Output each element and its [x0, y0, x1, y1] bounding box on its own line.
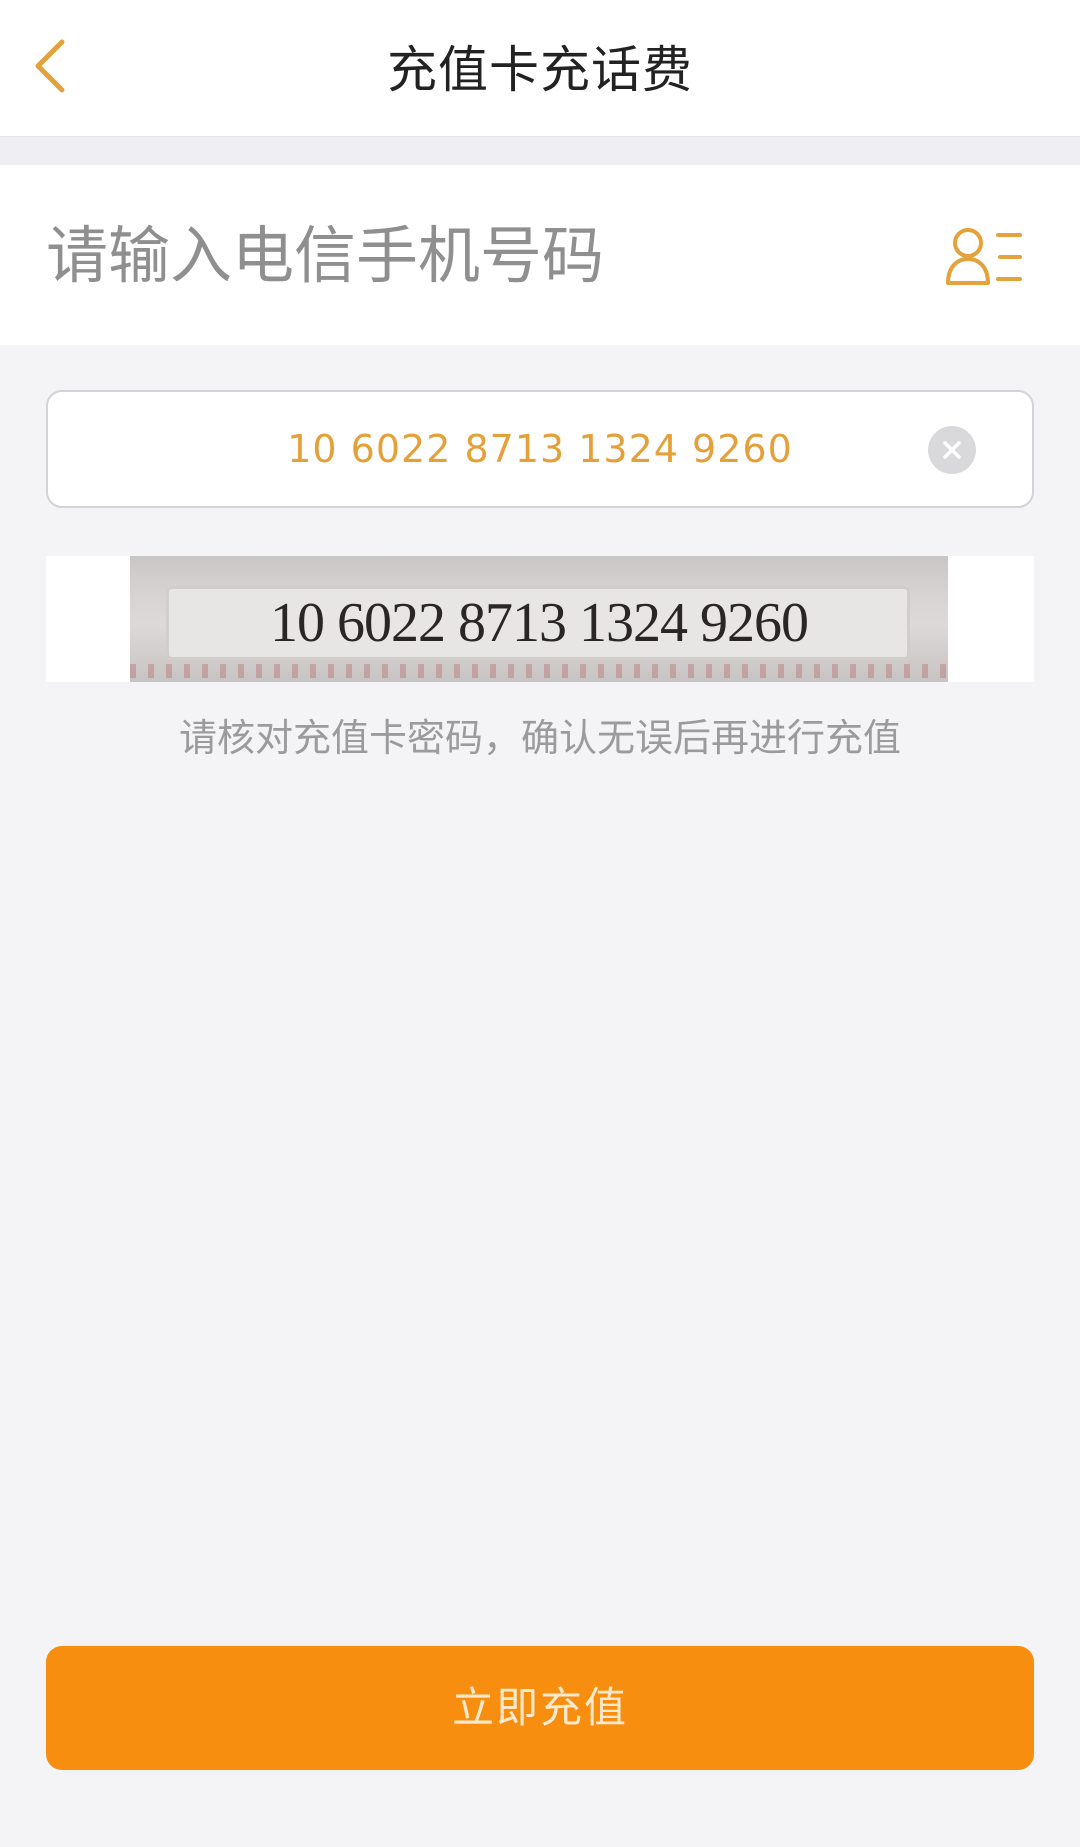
scanned-card-number: 10 6022 8713 1324 9260 — [270, 592, 809, 654]
scan-preview: 10 6022 8713 1324 9260 — [46, 556, 1034, 682]
contacts-icon — [946, 228, 1022, 285]
card-password-value[interactable]: 10 6022 8713 1324 9260 — [48, 392, 1032, 506]
card-password-field[interactable]: 10 6022 8713 1324 9260 — [46, 390, 1034, 508]
header-bar: 充值卡充话费 — [0, 0, 1080, 137]
clear-icon — [943, 441, 961, 459]
scanned-card-image: 10 6022 8713 1324 9260 — [130, 556, 948, 682]
verify-hint: 请核对充值卡密码，确认无误后再进行充值 — [178, 716, 901, 760]
section-divider — [0, 137, 1080, 165]
page-title: 充值卡充话费 — [387, 41, 693, 99]
phone-number-row — [0, 165, 1080, 345]
scan-texture — [130, 664, 948, 678]
recharge-button[interactable]: 立即充值 — [46, 1646, 1034, 1770]
phone-number-input[interactable] — [46, 205, 906, 305]
clear-button[interactable] — [928, 426, 976, 474]
contacts-button[interactable] — [944, 223, 1024, 291]
